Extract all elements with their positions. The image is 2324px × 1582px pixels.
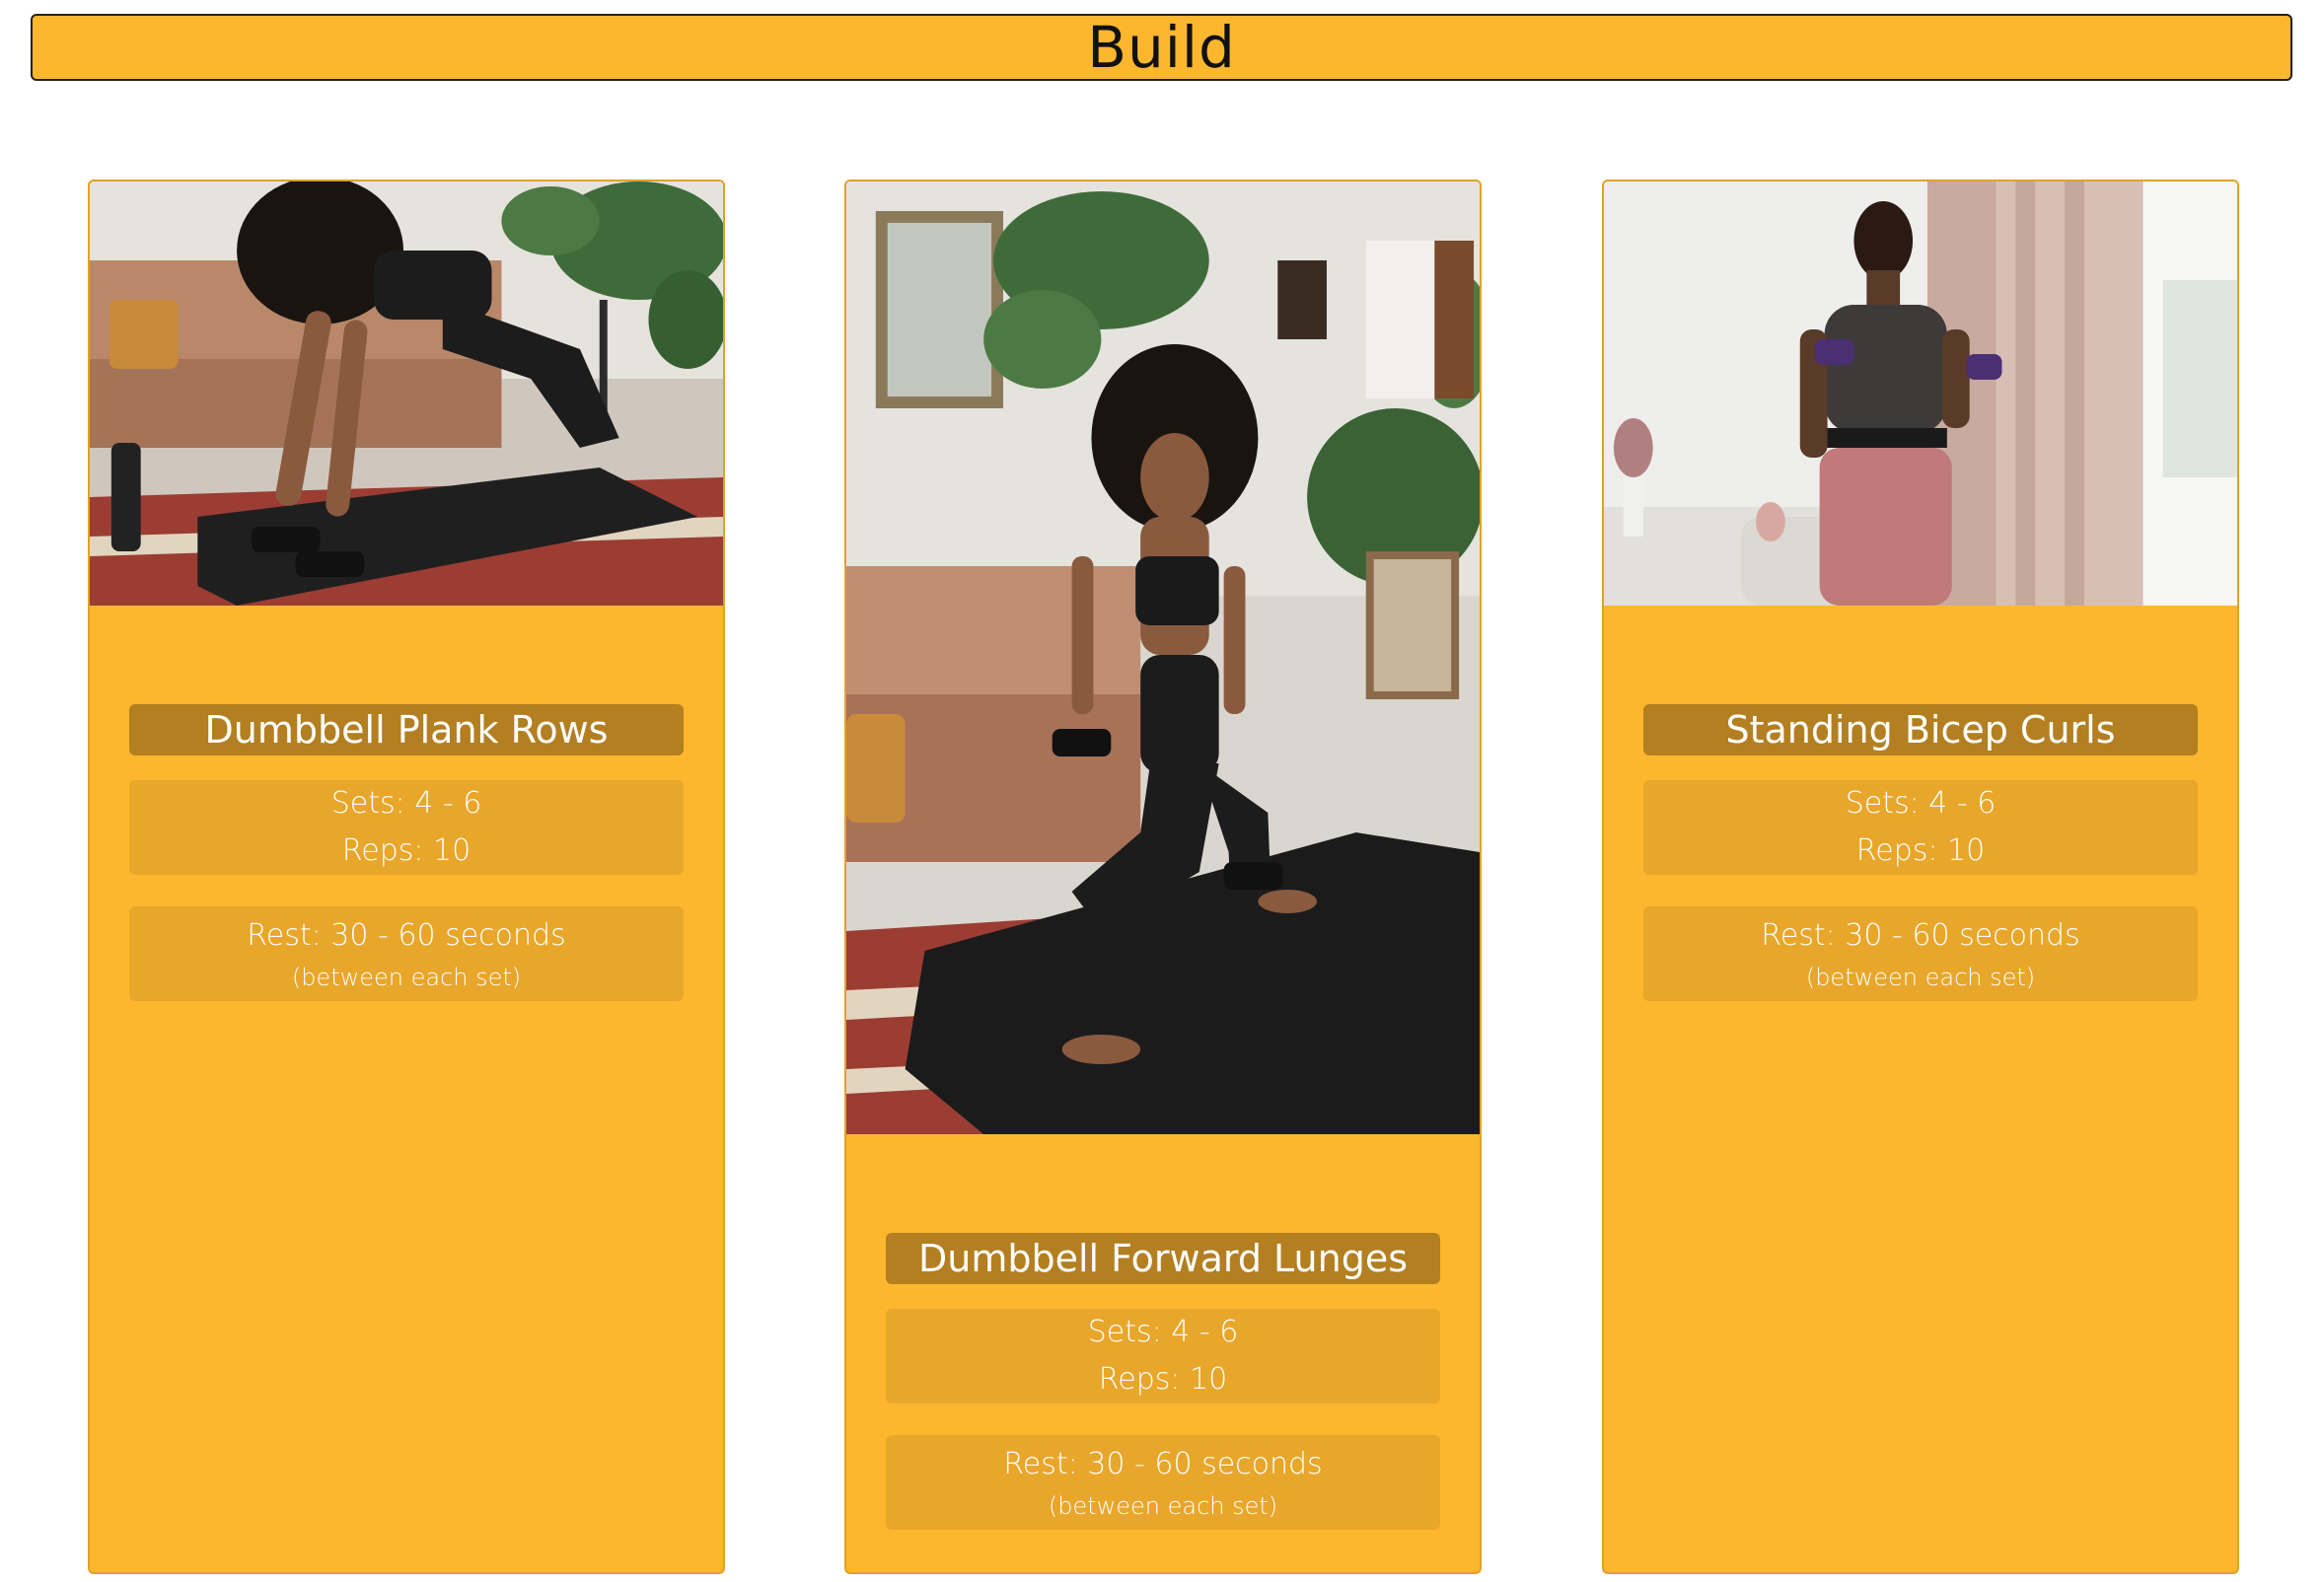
rest-text: Rest: 30 - 60 seconds — [1761, 918, 2080, 953]
page-header: Build — [31, 14, 2292, 81]
rest-text: Rest: 30 - 60 seconds — [1003, 1447, 1323, 1481]
reps-text: Reps: 10 — [1098, 1362, 1228, 1397]
exercise-card-plank-rows: Dumbbell Plank Rows Sets: 4 - 6 Reps: 10… — [88, 180, 725, 1574]
exercise-photo — [846, 181, 1480, 1134]
exercise-title: Dumbbell Plank Rows — [129, 704, 684, 755]
sets-reps-box: Sets: 4 - 6 Reps: 10 — [1643, 780, 2198, 875]
exercise-title: Standing Bicep Curls — [1643, 704, 2198, 755]
exercise-card-forward-lunges: Dumbbell Forward Lunges Sets: 4 - 6 Reps… — [844, 180, 1482, 1574]
rest-text: Rest: 30 - 60 seconds — [247, 918, 566, 953]
reps-text: Reps: 10 — [341, 833, 472, 868]
exercise-details: Standing Bicep Curls Sets: 4 - 6 Reps: 1… — [1643, 704, 2198, 1001]
exercise-title: Dumbbell Forward Lunges — [886, 1233, 1440, 1284]
exercise-photo — [1604, 181, 2237, 606]
exercise-photo — [90, 181, 723, 606]
sets-text: Sets: 4 - 6 — [1845, 786, 1997, 821]
rest-note: (between each set) — [1805, 964, 2036, 991]
forward-lunges-photo — [846, 181, 1480, 1134]
sets-text: Sets: 4 - 6 — [1087, 1315, 1239, 1349]
rest-box: Rest: 30 - 60 seconds (between each set) — [886, 1435, 1440, 1530]
exercise-details: Dumbbell Plank Rows Sets: 4 - 6 Reps: 10… — [129, 704, 684, 1001]
rest-box: Rest: 30 - 60 seconds (between each set) — [1643, 906, 2198, 1001]
rest-note: (between each set) — [1048, 1492, 1278, 1520]
bicep-curls-photo — [1604, 181, 2237, 606]
reps-text: Reps: 10 — [1855, 833, 1986, 868]
sets-reps-box: Sets: 4 - 6 Reps: 10 — [129, 780, 684, 875]
page-title: Build — [1087, 14, 1236, 81]
exercise-details: Dumbbell Forward Lunges Sets: 4 - 6 Reps… — [886, 1233, 1440, 1530]
rest-box: Rest: 30 - 60 seconds (between each set) — [129, 906, 684, 1001]
plank-rows-photo — [90, 181, 723, 606]
exercise-card-bicep-curls: Standing Bicep Curls Sets: 4 - 6 Reps: 1… — [1602, 180, 2239, 1574]
rest-note: (between each set) — [291, 964, 522, 991]
sets-text: Sets: 4 - 6 — [330, 786, 482, 821]
sets-reps-box: Sets: 4 - 6 Reps: 10 — [886, 1309, 1440, 1403]
